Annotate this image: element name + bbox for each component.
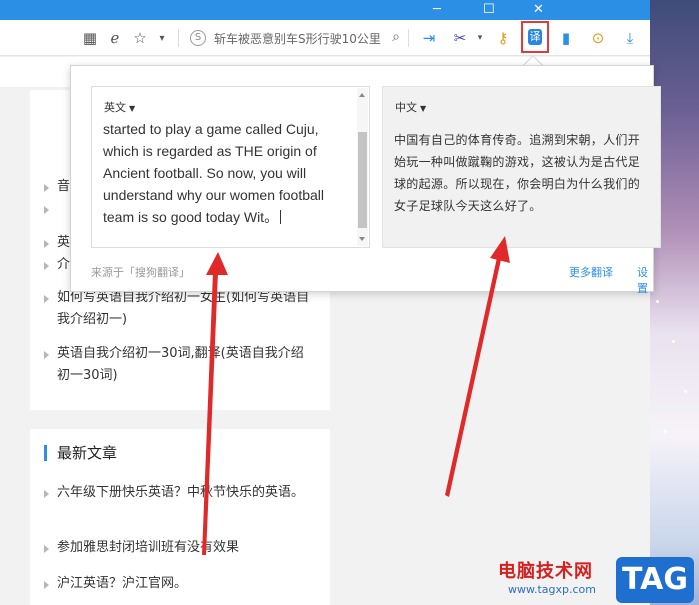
search-input[interactable]: 斩车被恶意别车S形行驶10公里 <box>214 30 382 47</box>
download-icon[interactable]: ⤓ <box>620 28 640 48</box>
scroll-down-icon[interactable] <box>359 237 365 241</box>
list-item[interactable]: 沪江英语？沪江官网。 <box>44 573 316 595</box>
list-item[interactable]: 英语自我介绍初一30词,翻译(英语自我介绍初一30词) <box>44 343 316 387</box>
settings-link[interactable]: 设置 <box>637 264 653 296</box>
search-engine-icon[interactable]: S <box>190 30 206 46</box>
source-attribution: 来源于「搜狗翻译」 <box>91 266 190 279</box>
chevron-down-icon: ▼ <box>420 104 427 113</box>
magnifier-icon[interactable]: ⌕ <box>392 29 400 45</box>
ie-icon[interactable]: ℯ <box>105 28 125 48</box>
list-item[interactable]: 如何写英语自我介绍初一女生(如何写英语自我介绍初一) <box>44 287 316 331</box>
section-title: 最新文章 <box>44 445 117 461</box>
toolbar-search[interactable]: S 斩车被恶意别车S形行驶10公里 ⌕ <box>190 27 400 49</box>
more-translation-link[interactable]: 更多翻译 <box>569 264 613 280</box>
title-bar: ─ ☐ ✕ <box>0 0 650 20</box>
target-language-label: 中文 <box>395 101 417 114</box>
target-language-select[interactable]: 中文 ▼ <box>395 99 426 115</box>
text-cursor <box>280 210 282 224</box>
source-pane: 英文 ▼ started to play a game called Cuju, … <box>91 86 370 248</box>
site-watermark: 电脑技术网 www.tagxp.com TAG <box>498 555 699 605</box>
list-item[interactable]: 六年级下册快乐英语？中秋节快乐的英语。 <box>44 482 316 504</box>
toolbar-divider <box>178 29 179 47</box>
source-language-select[interactable]: 英文 ▼ <box>104 99 135 115</box>
source-text-input[interactable]: started to play a game called Cuju, whic… <box>103 118 355 248</box>
translate-button[interactable]: 译 <box>521 21 549 53</box>
scissors-icon[interactable]: ✂ <box>450 28 470 48</box>
scroll-up-icon[interactable] <box>359 93 365 97</box>
star-icon[interactable]: ☆ <box>130 28 150 48</box>
chevron-down-icon: ▼ <box>129 104 136 113</box>
translate-popup: 英文 ▼ started to play a game called Cuju, … <box>70 65 661 295</box>
more-icon[interactable]: ⊙ <box>588 28 608 48</box>
restore-icon[interactable]: ☐ <box>483 2 495 17</box>
login-icon[interactable]: ⇥ <box>419 28 439 48</box>
target-pane: 中文 ▼ 中国有自己的体育传奇。追溯到宋朝，人们开始玩一种叫做蹴鞠的游戏，这被认为… <box>382 86 661 248</box>
chevron-down-icon[interactable]: ▾ <box>470 28 490 48</box>
minimize-icon[interactable]: ─ <box>433 2 441 17</box>
source-text: started to play a game called Cuju, whic… <box>103 121 325 225</box>
toolbar-divider <box>408 29 409 47</box>
translated-text: 中国有自己的体育传奇。追溯到宋朝，人们开始玩一种叫做蹴鞠的游戏，这被认为是古代足… <box>394 133 641 213</box>
qr-code-icon[interactable]: ▦ <box>80 28 100 48</box>
watermark-url: www.tagxp.com <box>508 583 596 596</box>
scroll-thumb[interactable] <box>358 132 367 228</box>
source-language-label: 英文 <box>104 101 126 114</box>
watermark-site-name: 电脑技术网 <box>498 561 593 582</box>
translate-icon: 译 <box>528 29 542 45</box>
close-icon[interactable]: ✕ <box>533 2 544 17</box>
latest-articles-card: 最新文章 六年级下册快乐英语？中秋节快乐的英语。 参加雅思封闭培训班有没有效果 … <box>30 429 330 605</box>
watermark-tag-logo: TAG <box>616 557 694 603</box>
reader-icon[interactable]: ▮ <box>556 28 576 48</box>
list-item[interactable]: 参加雅思封闭培训班有没有效果 <box>44 537 316 559</box>
key-icon[interactable]: ⚷ <box>493 28 513 48</box>
browser-toolbar: ▦ ℯ ☆ ▾ S 斩车被恶意别车S形行驶10公里 ⌕ ⇥ ✂ ▾ ⚷ 译 ▮ … <box>0 20 650 56</box>
source-scrollbar[interactable] <box>357 88 368 246</box>
chevron-down-icon[interactable]: ▾ <box>152 28 172 48</box>
